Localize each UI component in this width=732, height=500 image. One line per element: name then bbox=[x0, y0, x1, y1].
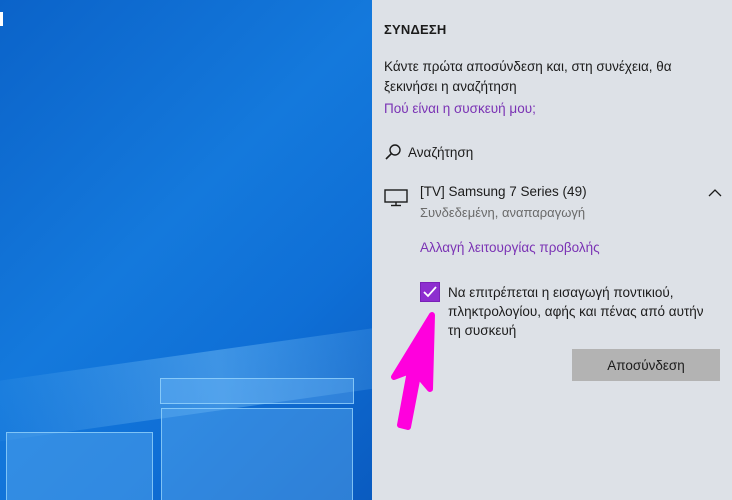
panel-description: Κάντε πρώτα αποσύνδεση και, στη συνέχεια… bbox=[384, 59, 672, 94]
annotation-arrow-icon bbox=[391, 312, 435, 430]
checkmark-icon bbox=[423, 286, 437, 298]
search-label: Αναζήτηση bbox=[408, 144, 474, 160]
device-status: Συνδεδεμένη, αναπαραγωγή bbox=[420, 205, 586, 220]
where-is-my-device-link[interactable]: Πού είναι η συσκευή μου; bbox=[384, 101, 536, 116]
logo-pane-top-right bbox=[160, 378, 354, 404]
allow-input-label: Να επιτρέπεται η εισαγωγή ποντικιού, πλη… bbox=[448, 285, 704, 338]
window-edge-mark bbox=[0, 12, 3, 26]
logo-pane-bottom-left bbox=[6, 432, 153, 500]
device-item[interactable]: [TV] Samsung 7 Series (49) Συνδεδεμένη, … bbox=[384, 184, 724, 224]
tv-icon bbox=[384, 189, 408, 207]
device-name: [TV] Samsung 7 Series (49) bbox=[420, 184, 587, 199]
disconnect-button[interactable]: Αποσύνδεση bbox=[572, 349, 720, 381]
search-icon bbox=[385, 144, 401, 160]
chevron-up-icon[interactable] bbox=[708, 188, 722, 198]
allow-input-checkbox[interactable] bbox=[420, 282, 440, 302]
logo-pane-bottom-right bbox=[161, 408, 353, 500]
search-button[interactable]: Αναζήτηση bbox=[384, 142, 473, 162]
change-projection-mode-link[interactable]: Αλλαγή λειτουργίας προβολής bbox=[420, 240, 600, 255]
desktop-background bbox=[0, 0, 372, 500]
panel-title: ΣΥΝΔΕΣΗ bbox=[384, 22, 447, 37]
